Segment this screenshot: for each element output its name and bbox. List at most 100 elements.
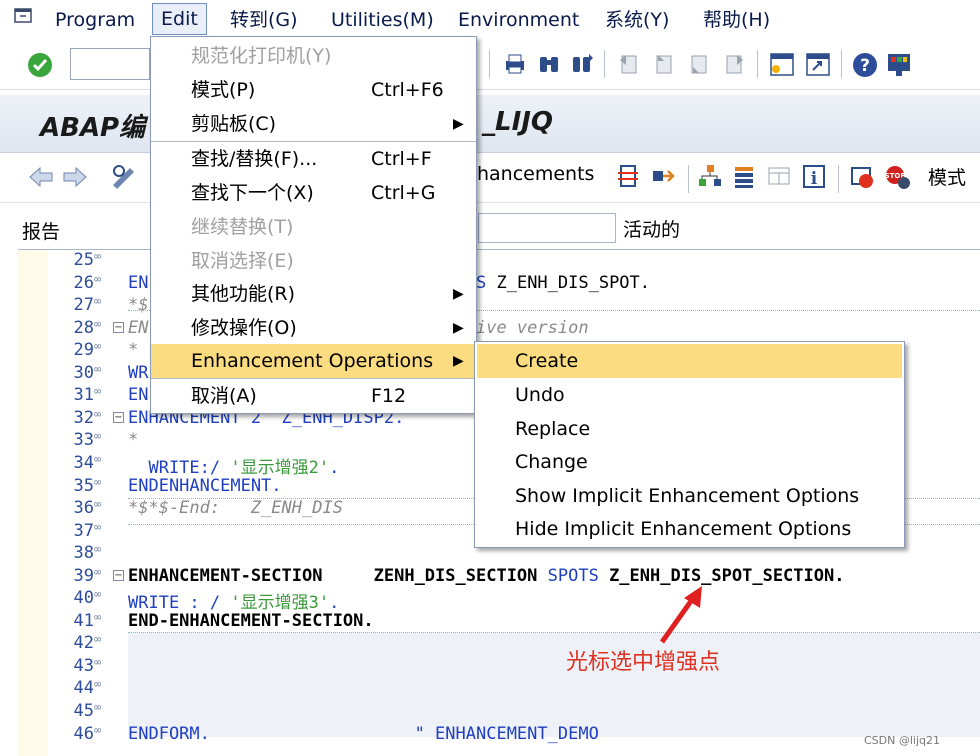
submenu-item[interactable]: Create — [477, 344, 902, 378]
menu-item-label: 模式(P) — [191, 79, 256, 101]
navigation-stack-icon[interactable] — [731, 163, 757, 191]
edit-menu-item[interactable]: 取消(A) F12 — [151, 379, 476, 413]
command-field[interactable] — [70, 48, 150, 80]
menu-item-label: 其他功能(R) — [191, 283, 296, 305]
report-label: 报告 — [22, 221, 61, 243]
report-name-field[interactable] — [478, 213, 616, 243]
line-number: 43 — [73, 655, 94, 676]
menu-goto[interactable]: 转到(G) — [230, 6, 298, 34]
set-breakpoint-icon[interactable] — [849, 163, 877, 191]
line-number: 38 — [73, 543, 94, 564]
enter-check-icon[interactable] — [27, 52, 53, 78]
code-line[interactable]: WRITE:/ '显示增强2'. — [128, 453, 339, 478]
code-line[interactable]: * — [128, 430, 138, 450]
line-number: 36 — [73, 498, 94, 519]
last-page-icon[interactable] — [722, 52, 746, 76]
submenu-arrow-icon: ▶ — [453, 353, 464, 369]
stop-icon[interactable]: STOP — [884, 163, 912, 191]
edit-menu-item[interactable]: 模式(P) Ctrl+F6 — [151, 73, 476, 107]
fold-toggle[interactable]: − — [113, 412, 124, 423]
menu-help[interactable]: 帮助(H) — [703, 6, 770, 34]
menu-system[interactable]: 系统(Y) — [605, 6, 669, 34]
window-list-icon[interactable] — [766, 163, 792, 191]
submenu-item[interactable]: Undo — [477, 378, 902, 412]
code-line[interactable]: ENDFORM. " ENHANCEMENT_DEMO — [128, 724, 599, 744]
breakpoint-icon[interactable] — [616, 163, 642, 191]
find-icon[interactable] — [537, 52, 561, 76]
menu-item-label: Enhancement Operations — [191, 350, 434, 372]
fold-toggle[interactable]: − — [113, 322, 124, 333]
line-number: 31 — [73, 385, 94, 406]
code-line[interactable]: * — [128, 340, 138, 360]
line-chain-marker: ∞ — [94, 519, 102, 534]
svg-text:?: ? — [860, 56, 870, 76]
edit-menu-item[interactable]: 继续替换(T) — [151, 210, 476, 244]
menu-environment[interactable]: Environment — [458, 6, 579, 34]
menu-item-shortcut: F12 — [371, 385, 407, 407]
code-line[interactable]: ENDENHANCEMENT. — [128, 476, 282, 496]
object-list-icon[interactable] — [697, 163, 723, 191]
back-arrow-icon[interactable] — [28, 165, 54, 189]
window-menu-icon[interactable] — [14, 6, 34, 24]
line-number: 37 — [73, 520, 94, 541]
line-number: 30 — [73, 362, 94, 383]
editor-highlight-area — [128, 632, 980, 737]
screen-title: ABAP编 — [40, 113, 146, 143]
menu-item-label: 继续替换(T) — [191, 216, 294, 238]
code-line[interactable]: *$ — [128, 295, 148, 315]
new-session-icon[interactable] — [769, 52, 795, 78]
first-page-icon[interactable] — [617, 52, 641, 76]
menu-edit[interactable]: Edit — [152, 3, 207, 35]
line-number: 34 — [73, 452, 94, 473]
code-line[interactable]: WR — [128, 363, 148, 383]
previous-page-icon[interactable] — [652, 52, 676, 76]
line-number: 29 — [73, 340, 94, 361]
menu-item-label: 查找下一个(X) — [191, 182, 314, 204]
edit-menu-item[interactable]: Enhancement Operations ▶ — [151, 344, 476, 378]
line-number: 42 — [73, 633, 94, 654]
line-chain-marker: ∞ — [94, 587, 102, 602]
fold-toggle[interactable]: − — [113, 570, 124, 581]
info-icon[interactable]: i — [801, 163, 827, 191]
menu-program[interactable]: Program — [55, 6, 135, 34]
edit-menu-item[interactable]: 其他功能(R) ▶ — [151, 277, 476, 311]
next-page-icon[interactable] — [687, 52, 711, 76]
menu-utilities[interactable]: Utilities(M) — [331, 6, 434, 34]
code-line[interactable]: *$*$-End: Z_ENH_DIS — [128, 498, 343, 518]
enhancements-label[interactable]: hancements — [477, 163, 594, 185]
layout-menu-icon[interactable] — [886, 52, 912, 78]
submenu-item[interactable]: Change — [477, 445, 902, 479]
where-used-icon[interactable] — [650, 163, 676, 191]
display-change-icon[interactable] — [110, 163, 138, 191]
line-number: 41 — [73, 610, 94, 631]
shortcut-icon[interactable] — [805, 52, 831, 78]
edit-menu-item[interactable]: 修改操作(O) ▶ — [151, 311, 476, 345]
code-line[interactable]: EN — [128, 385, 148, 405]
menu-item-shortcut: Ctrl+G — [371, 182, 436, 204]
find-next-icon[interactable] — [571, 52, 595, 76]
title-bar: ABAP编 _LIJQ — [0, 95, 980, 153]
code-line[interactable]: END-ENHANCEMENT-SECTION. — [128, 611, 374, 631]
edit-menu-item[interactable]: 查找/替换(F)... Ctrl+F — [151, 142, 476, 176]
code-line[interactable]: WRITE : / '显示增强3'. — [128, 588, 339, 613]
submenu-item[interactable]: Hide Implicit Enhancement Options — [477, 512, 902, 546]
code-line[interactable]: ENHANCEMENT-SECTION ZENH_DIS_SECTION SPO… — [128, 566, 844, 586]
mode-label[interactable]: 模式 — [928, 163, 966, 190]
submenu-item[interactable]: Show Implicit Enhancement Options — [477, 479, 902, 513]
edit-menu-item[interactable]: 取消选择(E) — [151, 244, 476, 278]
edit-menu-item[interactable]: 规范化打印机(Y) — [151, 39, 476, 73]
submenu-item[interactable]: Replace — [477, 412, 902, 446]
edit-menu-item[interactable]: 查找下一个(X) Ctrl+G — [151, 176, 476, 210]
forward-arrow-icon[interactable] — [62, 165, 88, 189]
line-chain-marker: ∞ — [94, 339, 102, 354]
line-chain-marker: ∞ — [94, 722, 102, 737]
line-chain-marker: ∞ — [94, 429, 102, 444]
edit-menu-item[interactable]: 剪贴板(C) ▶ — [151, 107, 476, 141]
line-chain-marker: ∞ — [94, 632, 102, 647]
print-icon[interactable] — [503, 52, 527, 76]
menu-separator — [151, 141, 476, 142]
line-number: 45 — [73, 701, 94, 721]
enhancement-separator — [128, 632, 980, 633]
help-icon[interactable]: ? — [852, 52, 878, 78]
line-chain-marker: ∞ — [94, 497, 102, 512]
